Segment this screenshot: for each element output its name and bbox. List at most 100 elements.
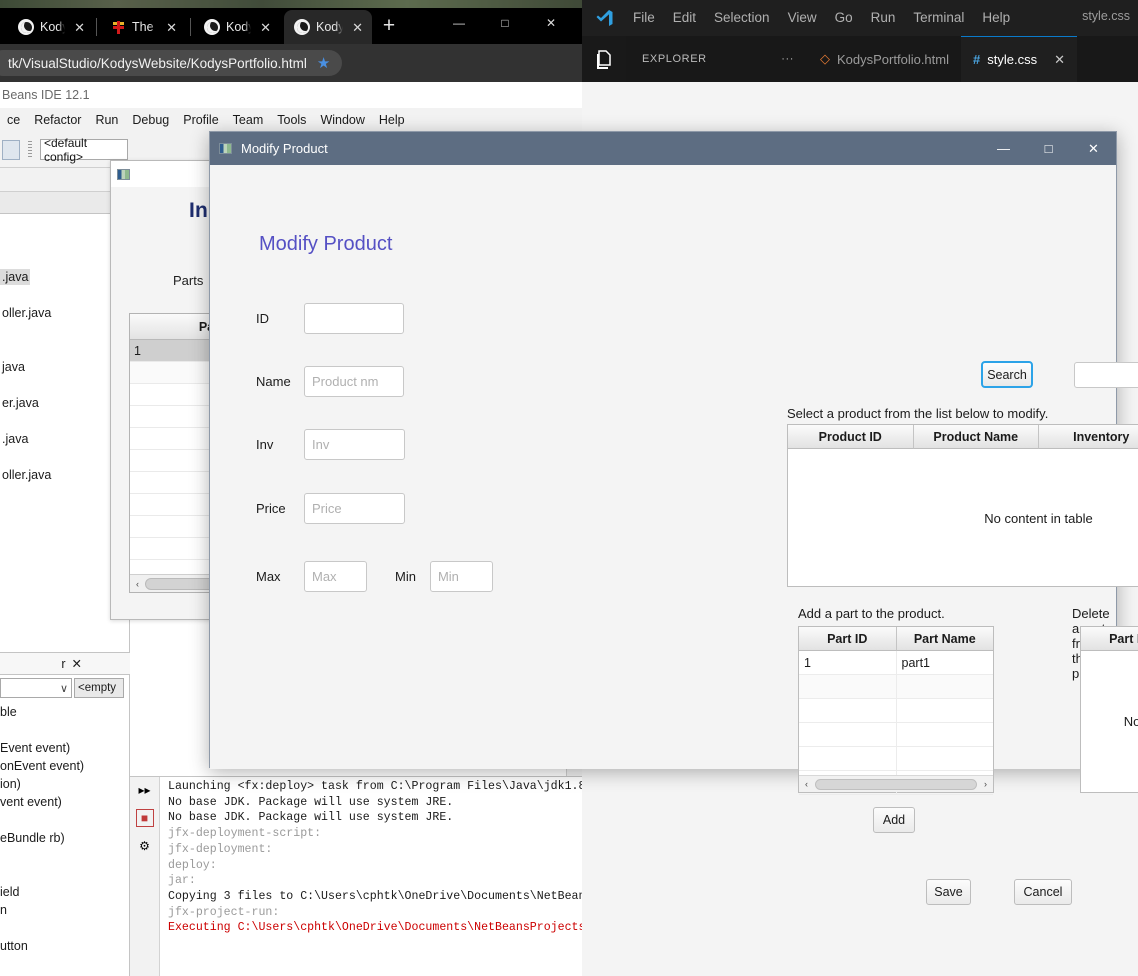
navigator-item-1[interactable]: ble <box>0 705 17 719</box>
navigator-item-9[interactable]: utton <box>0 939 28 953</box>
nb-menu-debug[interactable]: Debug <box>125 108 176 132</box>
vscode-menu-run[interactable]: Run <box>862 0 905 36</box>
col-product-name[interactable]: Product Name <box>913 425 1039 449</box>
col-inventory[interactable]: Inventory <box>1039 425 1138 449</box>
col-part-name[interactable]: Part Name <box>896 627 993 651</box>
maximize-icon[interactable]: □ <box>482 10 528 36</box>
new-tab-button[interactable]: + <box>378 15 400 38</box>
toolbar-run-icon[interactable] <box>2 139 20 160</box>
vscode-menu-view[interactable]: View <box>779 0 826 36</box>
vscode-menu-terminal[interactable]: Terminal <box>904 0 973 36</box>
vscode-tab-stylecss[interactable]: # style.css ✕ <box>961 36 1077 82</box>
save-button[interactable]: Save <box>926 879 971 905</box>
vscode-menu-help[interactable]: Help <box>973 0 1019 36</box>
minimize-icon[interactable]: — <box>981 132 1026 165</box>
close-icon[interactable]: ✕ <box>163 21 180 34</box>
nb-menu-refactor[interactable]: Refactor <box>27 108 88 132</box>
close-icon[interactable]: ✕ <box>72 656 82 671</box>
close-icon[interactable]: ✕ <box>1054 52 1065 68</box>
table-row[interactable]: 1 part1 <box>799 651 993 675</box>
navigator-item-2[interactable]: Event event) <box>0 741 70 755</box>
vscode-menu-selection[interactable]: Selection <box>705 0 779 36</box>
scroll-right-icon[interactable]: › <box>978 779 993 789</box>
close-icon[interactable]: ✕ <box>257 21 274 34</box>
search-button[interactable]: Search <box>981 361 1033 388</box>
vscode-menu-go[interactable]: Go <box>826 0 862 36</box>
explorer-more-icon[interactable]: ··· <box>781 53 794 65</box>
col-part-id[interactable]: Part ID <box>1081 627 1138 651</box>
col-product-id[interactable]: Product ID <box>788 425 914 449</box>
search-input[interactable] <box>1074 362 1138 388</box>
browser-tab-1[interactable]: Kody ✕ <box>8 10 94 44</box>
navigator-item-4[interactable]: ion) <box>0 777 21 791</box>
toolbar-grip[interactable] <box>28 140 32 159</box>
name-field[interactable] <box>304 366 404 397</box>
close-icon[interactable]: ✕ <box>528 10 574 36</box>
delete-parts-table[interactable]: Part ID Part Name No content in table <box>1080 626 1138 793</box>
cancel-button[interactable]: Cancel <box>1014 879 1072 905</box>
project-file-3[interactable]: java <box>0 359 27 375</box>
min-field[interactable] <box>429 561 493 592</box>
navigator-filter-row: ∨ <empty <box>0 677 130 699</box>
rerun-icon[interactable]: ▸▸ <box>136 781 154 799</box>
vscode-tab-kodysportfolio[interactable]: ◇ KodysPortfolio.html <box>808 36 961 82</box>
close-icon[interactable]: ✕ <box>71 21 88 34</box>
address-bar[interactable]: tk/VisualStudio/KodysWebsite/KodysPortfo… <box>0 50 343 76</box>
project-config-dropdown[interactable]: <default config> <box>40 136 128 164</box>
inventory-heading: In <box>189 199 209 222</box>
cell-part-name <box>897 699 994 722</box>
maximize-icon[interactable]: □ <box>1026 132 1071 165</box>
project-file-2[interactable]: oller.java <box>0 305 53 321</box>
browser-tab-3[interactable]: Kody ✕ <box>194 10 280 44</box>
vscode-menu-edit[interactable]: Edit <box>664 0 705 36</box>
nb-menu-help[interactable]: Help <box>372 108 412 132</box>
minimize-icon[interactable]: — <box>436 10 482 36</box>
table-row[interactable] <box>799 723 993 747</box>
nb-menu-window[interactable]: Window <box>313 108 371 132</box>
project-file-6[interactable]: oller.java <box>0 467 53 483</box>
form-row-inv: Inv <box>256 429 405 460</box>
inv-field[interactable] <box>304 429 405 460</box>
nb-menu-profile[interactable]: Profile <box>176 108 225 132</box>
navigator-item-8[interactable]: n <box>0 903 7 917</box>
scroll-left-icon[interactable]: ‹ <box>799 779 814 789</box>
navigator-item-7[interactable]: ield <box>0 885 19 899</box>
nb-menu-source[interactable]: ce <box>0 108 27 132</box>
project-file-5[interactable]: .java <box>0 431 30 447</box>
add-button[interactable]: Add <box>873 807 915 833</box>
table-row[interactable] <box>799 699 993 723</box>
navigator-item-3[interactable]: onEvent event) <box>0 759 84 773</box>
max-field[interactable] <box>304 561 367 592</box>
scrollbar-thumb[interactable] <box>815 778 977 790</box>
browser-tab-4-active[interactable]: Kody ✕ <box>284 10 372 44</box>
project-file-4[interactable]: er.java <box>0 395 41 411</box>
explorer-files-icon[interactable] <box>582 36 626 82</box>
nb-menu-tools[interactable]: Tools <box>270 108 313 132</box>
navigator-combo[interactable]: ∨ <box>0 678 72 698</box>
nb-menu-team[interactable]: Team <box>226 108 271 132</box>
browser-tab-2[interactable]: The S ✕ <box>100 10 186 44</box>
close-icon[interactable]: ✕ <box>349 21 366 34</box>
add-parts-table[interactable]: Part ID Part Name 1 part1 ‹ › <box>798 626 994 795</box>
id-field[interactable] <box>304 303 404 334</box>
stop-icon[interactable]: ■ <box>135 809 154 827</box>
col-part-id[interactable]: Part ID <box>799 627 897 651</box>
price-field[interactable] <box>304 493 405 524</box>
navigator-item-6[interactable]: eBundle rb) <box>0 831 65 845</box>
output-line-4: jfx-deployment-script: <box>168 827 322 841</box>
close-icon[interactable]: ✕ <box>1071 132 1116 165</box>
table-row[interactable] <box>799 675 993 699</box>
navigator-item-5[interactable]: vent event) <box>0 795 62 809</box>
navigator-empty-field[interactable]: <empty <box>74 678 124 698</box>
scroll-left-icon[interactable]: ‹ <box>130 579 145 589</box>
add-parts-hscroll[interactable]: ‹ › <box>799 775 993 792</box>
project-file-1[interactable]: .java <box>0 269 31 285</box>
vscode-menu-file[interactable]: File <box>624 0 664 36</box>
netbeans-navigator-panel: r ✕ ∨ <empty ble Event event) onEvent ev… <box>0 652 130 976</box>
table-row[interactable] <box>799 747 993 771</box>
settings-icon[interactable]: ⚙ <box>136 837 154 855</box>
product-table[interactable]: Product ID Product Name Inventory Price … <box>787 424 1138 587</box>
navigator-tab[interactable]: r ✕ <box>0 653 130 675</box>
bookmark-star-icon[interactable]: ★ <box>317 54 330 72</box>
nb-menu-run[interactable]: Run <box>88 108 125 132</box>
